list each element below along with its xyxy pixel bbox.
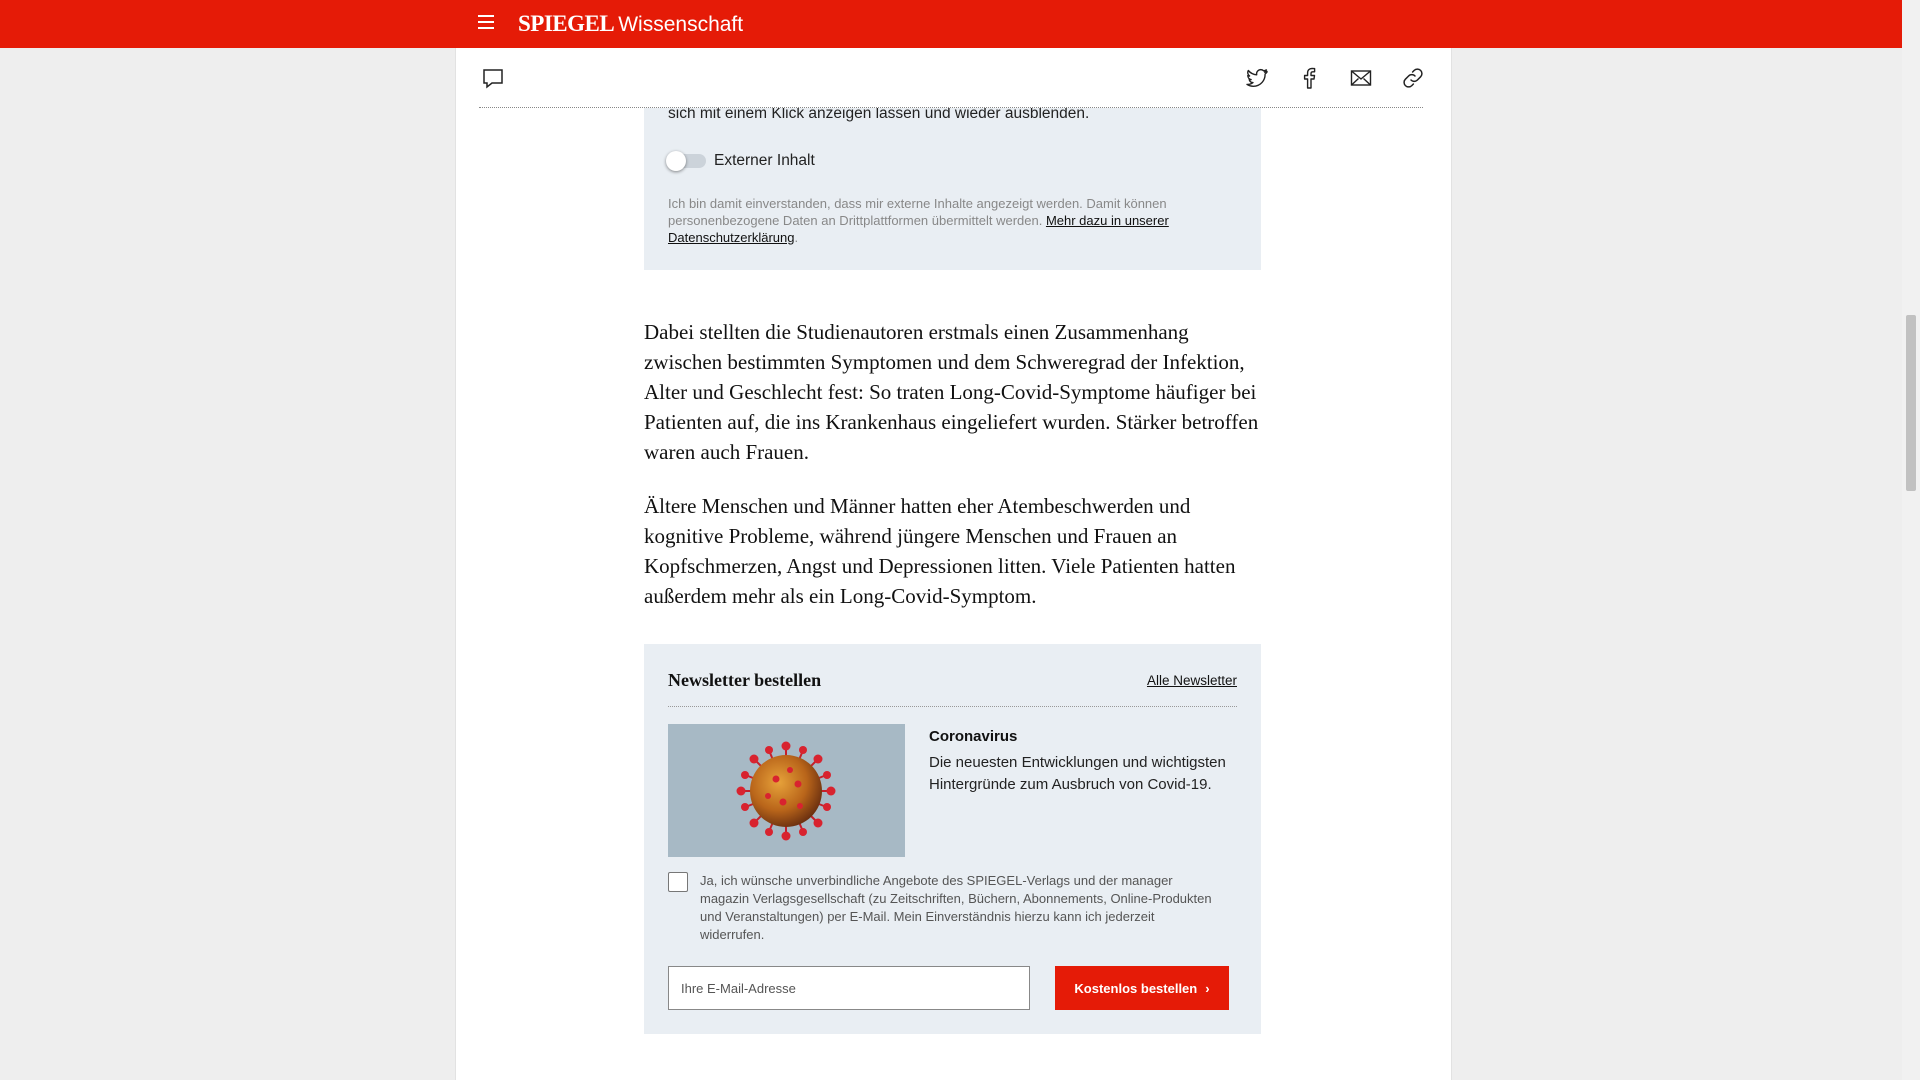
coronavirus-image bbox=[668, 724, 905, 857]
scrollbar[interactable] bbox=[1902, 0, 1920, 1080]
article-paragraph: Ältere Menschen und Männer hatten eher A… bbox=[644, 494, 1236, 608]
toggle-label: Externer Inhalt bbox=[714, 152, 815, 169]
scrollbar-thumb[interactable] bbox=[1906, 315, 1916, 491]
spiegel-logo: SPIEGEL bbox=[518, 11, 615, 36]
email-input[interactable] bbox=[668, 966, 1030, 1010]
toggle-knob bbox=[666, 151, 686, 171]
consent-period: . bbox=[794, 230, 799, 245]
link-icon[interactable] bbox=[1401, 66, 1425, 90]
newsletter-title: Newsletter bestellen bbox=[668, 670, 822, 690]
twitter-icon[interactable] bbox=[1245, 66, 1269, 90]
consent-checkbox-label: Ja, ich wünsche unverbindliche Angebote … bbox=[700, 873, 1212, 942]
brand-logo-link[interactable]: SPIEGEL Wissenschaft bbox=[518, 11, 743, 37]
divider bbox=[668, 706, 1237, 707]
external-content-box: sich mit einem Klick anzeigen lassen und… bbox=[644, 105, 1261, 270]
newsletter-box: Newsletter bestellen Alle Newsletter Cor… bbox=[644, 644, 1261, 1034]
comment-icon[interactable] bbox=[481, 66, 505, 90]
section-name: Wissenschaft bbox=[618, 13, 744, 36]
subscribe-button-label: Kostenlos bestellen bbox=[1074, 980, 1198, 996]
article-body: Dabei stellten die Studienautoren erstma… bbox=[644, 317, 1264, 635]
menu-icon[interactable] bbox=[478, 15, 494, 29]
consent-checkbox[interactable] bbox=[668, 872, 688, 892]
subscribe-button[interactable]: Kostenlos bestellen › bbox=[1055, 966, 1229, 1010]
newsletter-description: Die neuesten Entwicklungen und wichtigst… bbox=[929, 754, 1226, 793]
external-consent-text: Ich bin damit einverstanden, dass mir ex… bbox=[668, 195, 1208, 246]
top-navigation-bar: SPIEGEL Wissenschaft bbox=[0, 0, 1902, 48]
article-paragraph: Dabei stellten die Studienautoren erstma… bbox=[644, 320, 1259, 464]
toggle-switch[interactable] bbox=[666, 151, 706, 171]
mail-icon[interactable] bbox=[1349, 66, 1373, 90]
chevron-right-icon: › bbox=[1205, 980, 1210, 996]
external-content-toggle[interactable]: Externer Inhalt bbox=[666, 151, 815, 171]
facebook-icon[interactable] bbox=[1297, 66, 1321, 90]
share-bar bbox=[479, 48, 1423, 108]
newsletter-topic: Coronavirus bbox=[929, 728, 1018, 745]
all-newsletters-link[interactable]: Alle Newsletter bbox=[1147, 673, 1237, 688]
